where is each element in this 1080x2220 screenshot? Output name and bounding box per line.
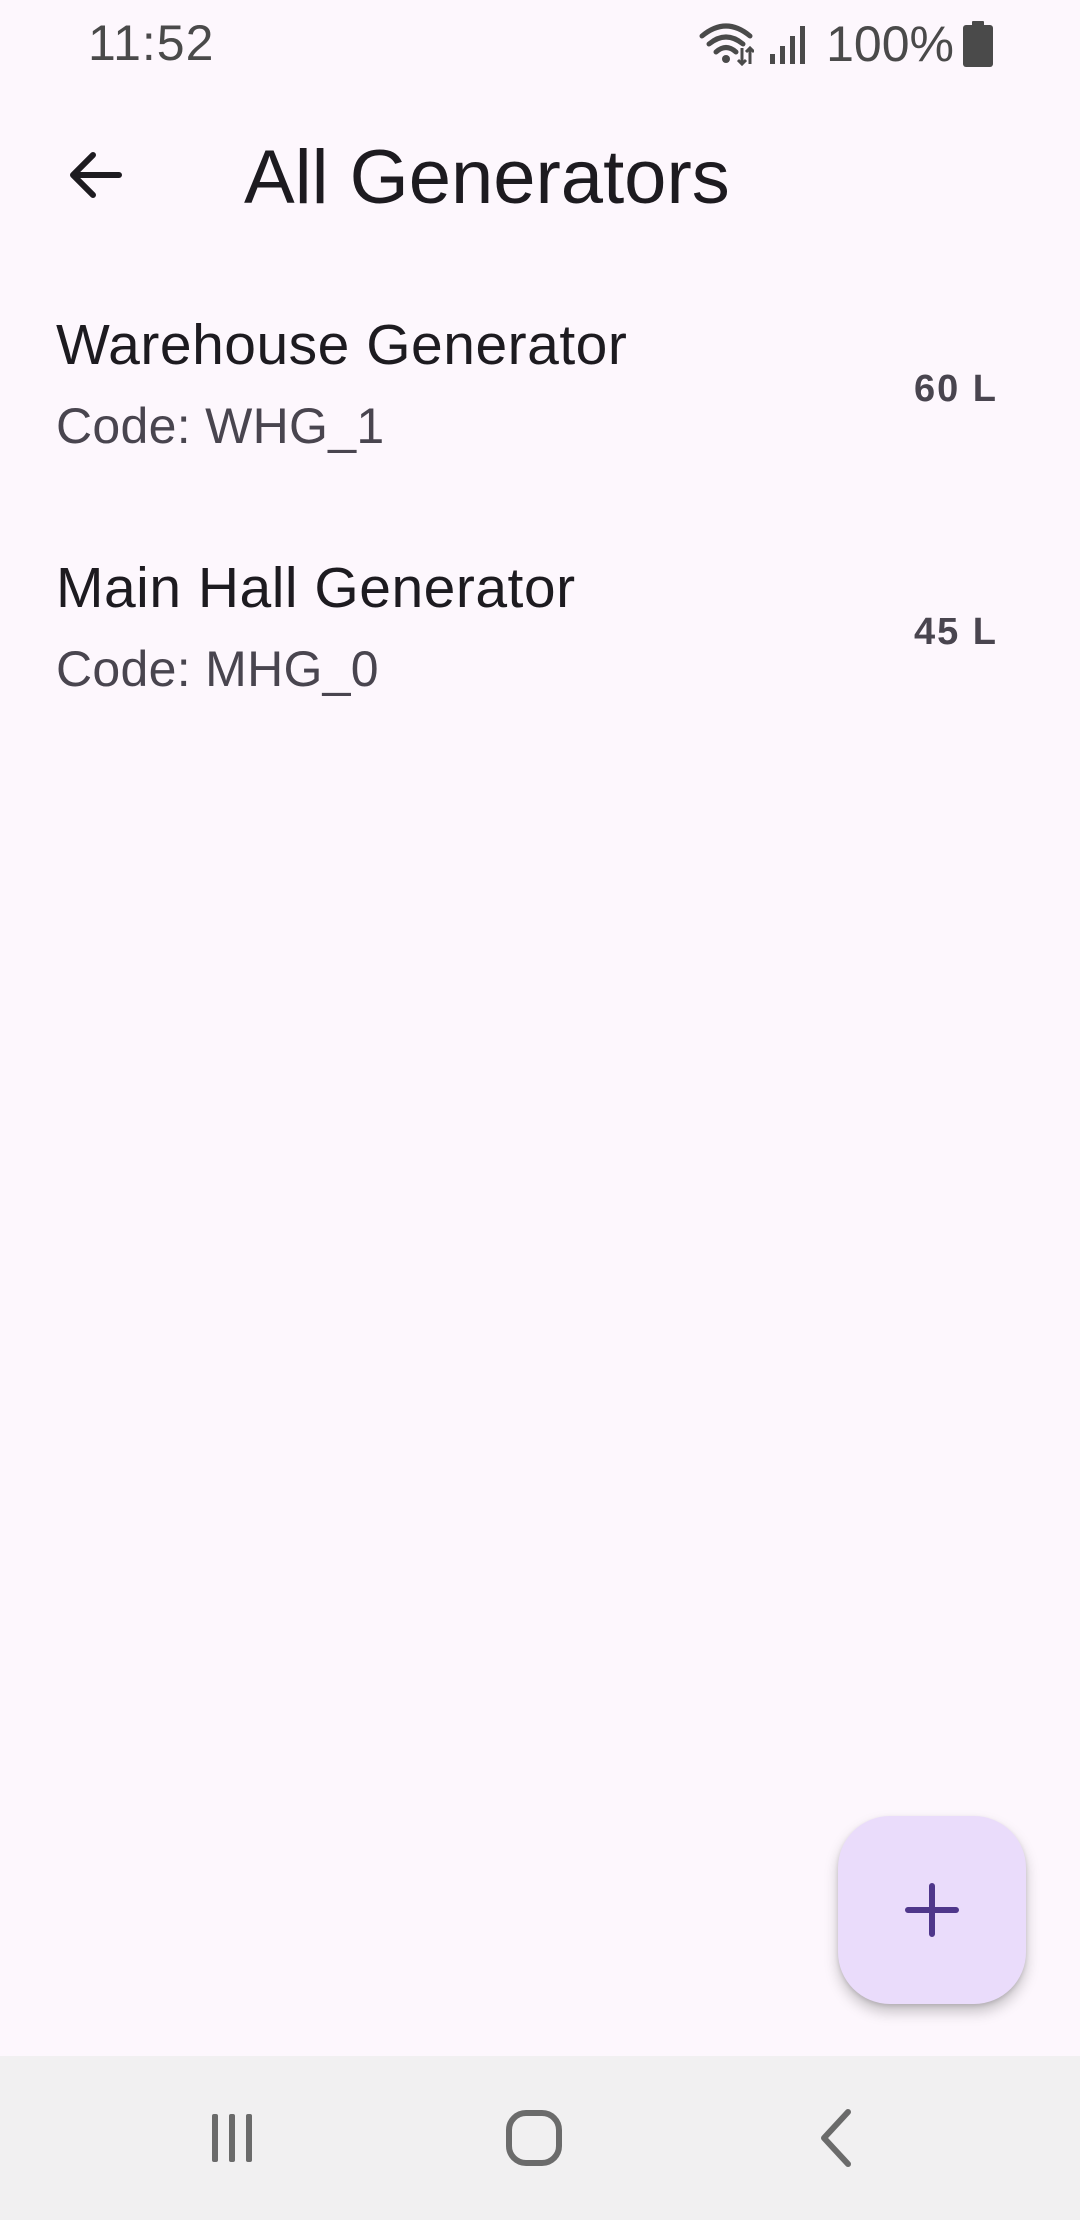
battery-icon — [963, 21, 993, 67]
arrow-back-icon — [70, 152, 122, 198]
system-back-button[interactable] — [788, 2098, 888, 2178]
back-icon — [821, 2109, 851, 2167]
generator-code: Code: WHG_1 — [56, 398, 385, 454]
wifi-icon — [699, 23, 755, 66]
generator-list: Warehouse Generator Code: WHG_1 60 L Mai… — [0, 298, 1080, 784]
generator-list-item[interactable]: Main Hall Generator Code: MHG_0 45 L — [0, 541, 1080, 784]
home-button[interactable] — [484, 2098, 584, 2178]
generator-name: Warehouse Generator — [56, 313, 628, 377]
generator-list-item[interactable]: Warehouse Generator Code: WHG_1 60 L — [0, 298, 1080, 541]
battery-percentage: 100% — [826, 16, 954, 72]
generator-code: Code: MHG_0 — [56, 641, 379, 697]
status-bar: 11:52 100% — [0, 0, 1080, 90]
status-time: 11:52 — [88, 15, 215, 71]
app-bar: All Generators — [0, 90, 1080, 260]
recents-icon — [212, 2114, 252, 2162]
add-generator-button[interactable] — [838, 1816, 1026, 2004]
home-icon — [506, 2110, 562, 2166]
back-button[interactable] — [40, 130, 150, 220]
plus-icon — [905, 1883, 959, 1937]
generator-fuel-amount: 45 L — [913, 611, 998, 653]
generator-name: Main Hall Generator — [56, 556, 576, 620]
signal-icon — [770, 26, 806, 64]
page-title: All Generators — [244, 135, 730, 220]
generator-fuel-amount: 60 L — [913, 368, 998, 410]
recents-button[interactable] — [182, 2098, 282, 2178]
status-icons: 100% — [698, 14, 994, 74]
system-nav-bar — [0, 2056, 1080, 2220]
